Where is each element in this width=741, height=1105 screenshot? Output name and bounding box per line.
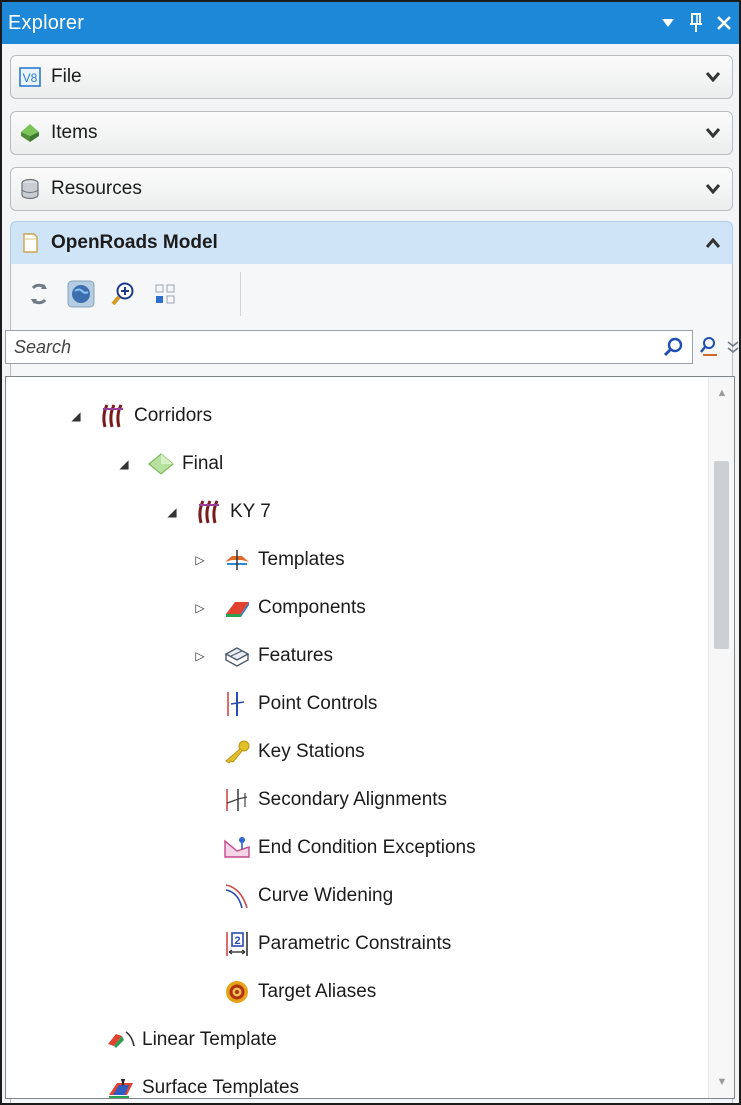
tree-node-label: Linear Template (142, 1029, 277, 1050)
expanded-arrow-icon[interactable]: ◢ (164, 504, 180, 520)
tree-node-linear-template[interactable]: Linear Template (106, 1020, 277, 1060)
chevron-down-icon (706, 168, 720, 210)
tree-node-label: Point Controls (258, 693, 378, 714)
collapsed-arrow-icon[interactable]: ▷ (192, 648, 208, 664)
tree-node-label: Corridors (134, 405, 213, 426)
tree-node-curve-widening[interactable]: Curve Widening (222, 876, 393, 916)
tree-node-features[interactable]: ▷ Features (192, 636, 333, 676)
svg-text:V8: V8 (23, 71, 38, 85)
user-search-icon[interactable] (699, 335, 719, 359)
diamond-icon (146, 449, 176, 479)
tree-node-templates[interactable]: ▷ Templates (192, 540, 345, 580)
tree-node-label: Curve Widening (258, 885, 394, 906)
section-openroads-model[interactable]: OpenRoads Model (10, 221, 733, 265)
tree-node-point-controls[interactable]: Point Controls (222, 684, 377, 724)
components-icon (222, 593, 252, 623)
items-diamond-icon (19, 122, 41, 144)
section-resources[interactable]: Resources (10, 167, 733, 211)
tree-content: ◢ Corridors ◢ Final ◢ KY 7 ▷ Templates ▷… (6, 377, 708, 1098)
tree-node-components[interactable]: ▷ Components (192, 588, 366, 628)
tree-node-surface-templates[interactable]: Surface Templates (106, 1068, 300, 1098)
refresh-icon[interactable] (23, 278, 55, 310)
chevron-up-icon (706, 222, 720, 264)
collapsed-arrow-icon[interactable]: ▷ (192, 600, 208, 616)
panel-toolbar (19, 272, 241, 316)
target-icon (222, 977, 252, 1007)
search-extra-controls (699, 330, 739, 364)
v8-file-icon: V8 (19, 66, 41, 88)
tree-node-end-condition-exceptions[interactable]: End Condition Exceptions (222, 828, 476, 868)
section-label: Items (51, 122, 98, 143)
section-items[interactable]: Items (10, 111, 733, 155)
end-condition-icon (222, 833, 252, 863)
chevron-down-icon (706, 112, 720, 154)
tree-node-label: Features (258, 645, 333, 666)
tree-node-secondary-alignments[interactable]: Secondary Alignments (222, 780, 447, 820)
point-control-icon (222, 689, 252, 719)
linear-template-icon (106, 1025, 136, 1055)
expanded-arrow-icon[interactable]: ◢ (116, 456, 132, 472)
double-chevron-icon[interactable] (723, 335, 739, 359)
tree-node-label: KY 7 (230, 501, 271, 522)
vertical-scrollbar[interactable]: ▲ ▼ (708, 377, 734, 1098)
corridor-icon (98, 401, 128, 431)
template-icon (222, 545, 252, 575)
surface-template-icon (106, 1073, 136, 1098)
scroll-down-icon[interactable]: ▼ (709, 1070, 734, 1094)
section-file[interactable]: V8 File (10, 55, 733, 99)
tree-node-key-stations[interactable]: Key Stations (222, 732, 365, 772)
tree-node-label: Surface Templates (142, 1077, 300, 1098)
tree-node-final[interactable]: ◢ Final (116, 444, 223, 484)
dropdown-arrow-icon[interactable] (657, 10, 679, 36)
tree-node-parametric-constraints[interactable]: 2 Parametric Constraints (222, 924, 451, 964)
tree-node-label: Secondary Alignments (258, 789, 448, 810)
openroads-model-panel: ◢ Corridors ◢ (5, 264, 739, 1103)
parametric-icon: 2 (222, 929, 252, 959)
globe-icon[interactable] (65, 278, 97, 310)
section-label: OpenRoads Model (51, 232, 218, 253)
search-box (5, 330, 693, 364)
resources-cylinder-icon (19, 178, 41, 200)
tree-node-label: Key Stations (258, 741, 365, 762)
tree-node-label: Components (258, 597, 366, 618)
grid-icon[interactable] (149, 278, 181, 310)
secondary-alignment-icon (222, 785, 252, 815)
svg-text:2: 2 (234, 935, 240, 947)
explorer-window: Explorer V8 File Items Resources OpenRoa… (0, 0, 741, 1105)
collapsed-arrow-icon[interactable]: ▷ (192, 552, 208, 568)
tree-node-label: Target Aliases (258, 981, 377, 1002)
tree-node-label: End Condition Exceptions (258, 837, 476, 858)
pin-icon[interactable] (685, 10, 707, 36)
section-label: Resources (51, 178, 142, 199)
corridor-icon (194, 497, 224, 527)
title-bar: Explorer (2, 2, 739, 44)
section-label: File (51, 66, 82, 87)
window-title: Explorer (8, 11, 85, 34)
tree-node-target-aliases[interactable]: Target Aliases (222, 972, 376, 1012)
key-icon (222, 737, 252, 767)
search-input[interactable] (12, 335, 572, 359)
curve-widening-icon (222, 881, 252, 911)
tree-node-label: Final (182, 453, 224, 474)
close-icon[interactable] (713, 10, 735, 36)
features-icon (222, 641, 252, 671)
tree-node-label: Templates (258, 549, 345, 570)
model-tree: ◢ Corridors ◢ Final ◢ KY 7 ▷ Templates ▷… (5, 376, 735, 1099)
scroll-up-icon[interactable]: ▲ (709, 381, 734, 405)
zoom-in-icon[interactable] (107, 278, 139, 310)
chevron-down-icon (706, 56, 720, 98)
tree-node-label: Parametric Constraints (258, 933, 452, 954)
openroads-model-icon (19, 232, 41, 254)
tree-node-ky7[interactable]: ◢ KY 7 (164, 492, 271, 532)
expanded-arrow-icon[interactable]: ◢ (68, 408, 84, 424)
search-icon[interactable] (660, 334, 686, 360)
tree-node-corridors[interactable]: ◢ Corridors (68, 396, 212, 436)
scrollbar-thumb[interactable] (714, 461, 729, 649)
window-controls (657, 2, 735, 44)
